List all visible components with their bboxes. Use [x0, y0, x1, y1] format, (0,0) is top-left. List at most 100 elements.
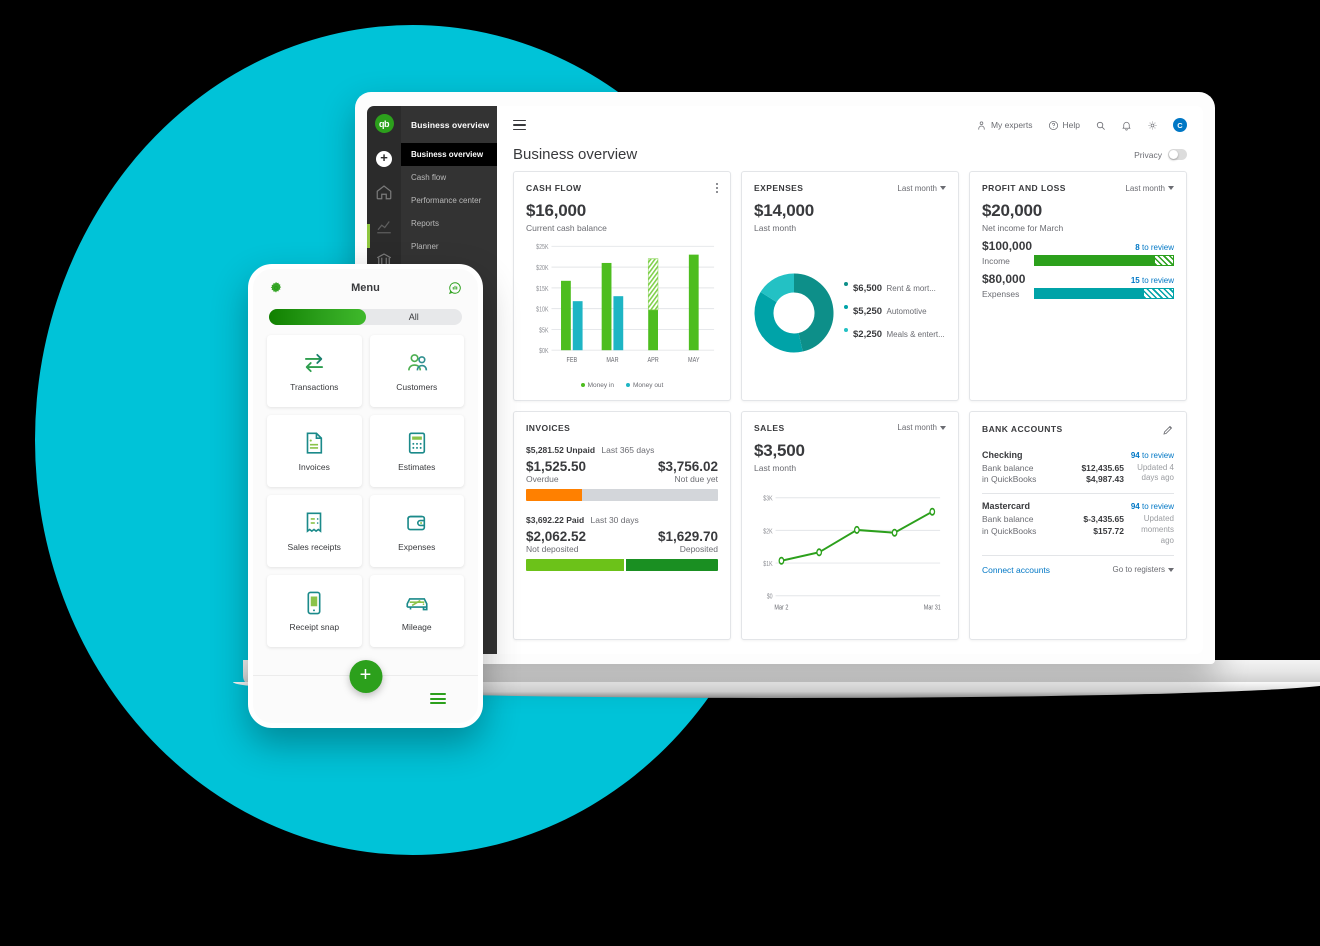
- invoices-unpaid-bar[interactable]: [526, 488, 718, 501]
- tile-label: Invoices: [298, 462, 330, 472]
- segment-selected[interactable]: [269, 309, 366, 325]
- svg-text:$1K: $1K: [763, 560, 773, 568]
- gear-icon[interactable]: [269, 281, 283, 295]
- tile-expenses[interactable]: Expenses: [369, 495, 464, 567]
- profit-loss-expenses-row: $80,000 15 to review Expenses: [982, 272, 1174, 299]
- svg-text:$20K: $20K: [536, 264, 549, 272]
- legend-item[interactable]: $2,250 Meals & entert...: [844, 324, 946, 342]
- tile-customers[interactable]: Customers: [369, 335, 464, 407]
- legend-value: $5,250: [853, 306, 883, 318]
- gear-icon: [1148, 121, 1157, 129]
- my-experts-button[interactable]: My experts: [976, 120, 1033, 131]
- search-icon: [1096, 121, 1105, 130]
- go-to-registers-dropdown[interactable]: Go to registers: [1113, 565, 1174, 574]
- tile-invoices[interactable]: Invoices: [267, 415, 362, 487]
- income-review-text: to review: [1141, 243, 1174, 252]
- tile-mileage[interactable]: Mileage: [369, 575, 464, 647]
- svg-text:Mar 31: Mar 31: [924, 603, 941, 611]
- review-text: to review: [1141, 450, 1174, 460]
- tile-estimates[interactable]: Estimates: [369, 415, 464, 487]
- legend-label: Money in: [587, 381, 614, 389]
- scene-root: qb + Business overview Business overview…: [0, 0, 1320, 946]
- unpaid-word: Unpaid: [566, 444, 596, 455]
- pencil-icon[interactable]: [1162, 423, 1174, 435]
- range-label: Last month: [897, 423, 937, 432]
- hamburger-icon[interactable]: [430, 693, 446, 705]
- sidebar-item-planner[interactable]: Planner: [401, 235, 497, 258]
- legend-value: $2,250: [853, 329, 883, 341]
- notdeposited-label: Not deposited: [526, 543, 579, 554]
- tile-sales-receipts[interactable]: Sales receipts: [267, 495, 362, 567]
- balance-value-1: $-3,435.65: [1083, 514, 1124, 525]
- expenses-range-dropdown[interactable]: Last month: [897, 184, 946, 193]
- card-profit-and-loss: PROFIT AND LOSS Last month $20,000 Net i…: [969, 171, 1187, 401]
- page-header: Business overview Privacy: [497, 144, 1203, 171]
- receipt-icon: [306, 512, 322, 533]
- phone-device: Menu All Transactions Customers Invoices…: [248, 264, 483, 728]
- connect-accounts-link[interactable]: Connect accounts: [982, 565, 1050, 575]
- legend-value: $6,500: [853, 283, 883, 295]
- tile-receipt-snap[interactable]: Receipt snap: [267, 575, 362, 647]
- svg-text:MAR: MAR: [606, 356, 618, 364]
- segment-all-label[interactable]: All: [366, 309, 463, 325]
- paid-range: Last 30 days: [590, 514, 639, 525]
- expenses-amount: $80,000: [982, 272, 1026, 286]
- app-topbar: My experts Help C: [497, 106, 1203, 144]
- phone-segmented-control[interactable]: All: [269, 309, 462, 325]
- tile-transactions[interactable]: Transactions: [267, 335, 362, 407]
- search-button[interactable]: [1095, 120, 1106, 131]
- notifications-button[interactable]: [1121, 120, 1132, 131]
- sidebar-item-performance-center[interactable]: Performance center: [401, 189, 497, 212]
- legend-category: Automotive: [886, 307, 927, 317]
- expenses-review-link[interactable]: 15 to review: [1131, 276, 1174, 285]
- sidebar-item-reports[interactable]: Reports: [401, 212, 497, 235]
- divider: [982, 493, 1174, 495]
- svg-text:Mar 2: Mar 2: [774, 603, 788, 611]
- kebab-icon[interactable]: [716, 183, 718, 193]
- quickbooks-logo[interactable]: qb: [374, 114, 394, 133]
- card-header: BANK ACCOUNTS: [982, 423, 1174, 435]
- help-button[interactable]: Help: [1048, 120, 1080, 131]
- legend-item[interactable]: $5,250 Automotive: [844, 301, 946, 319]
- expenses-body: $6,500 Rent & mort... $5,250 Automotive: [754, 237, 946, 389]
- svg-text:$10K: $10K: [536, 306, 549, 314]
- account-review-link[interactable]: 94 to review: [1131, 451, 1174, 460]
- home-icon[interactable]: [375, 183, 393, 201]
- legend-item[interactable]: $6,500 Rent & mort...: [844, 278, 946, 296]
- sales-amount: $3,500: [754, 440, 805, 460]
- privacy-toggle-group[interactable]: Privacy: [1134, 149, 1187, 160]
- card-title: SALES: [754, 422, 785, 433]
- profit-loss-range-dropdown[interactable]: Last month: [1125, 184, 1174, 193]
- tile-label: Transactions: [290, 382, 339, 392]
- legend-money-out: Money out: [626, 382, 663, 389]
- cash-flow-amount: $16,000: [526, 201, 587, 220]
- tile-label: Expenses: [398, 542, 436, 552]
- sales-range-dropdown[interactable]: Last month: [897, 423, 946, 432]
- sales-subtitle: Last month: [754, 462, 797, 473]
- sidebar-item-business-overview[interactable]: Business overview: [401, 143, 497, 166]
- income-review-link[interactable]: 8 to review: [1135, 243, 1174, 252]
- account-updated: Updated moments ago: [1141, 514, 1174, 546]
- account-review-link[interactable]: 94 to review: [1131, 502, 1174, 511]
- insights-icon[interactable]: [448, 281, 462, 295]
- invoice-icon: [306, 432, 323, 454]
- laptop-screen: qb + Business overview Business overview…: [367, 106, 1203, 654]
- hamburger-icon[interactable]: [513, 120, 526, 130]
- tile-label: Mileage: [401, 622, 432, 632]
- chart-icon[interactable]: [375, 217, 393, 235]
- expenses-review-text: to review: [1141, 276, 1174, 285]
- card-header: INVOICES: [526, 423, 718, 433]
- cash-flow-subtitle: Current cash balance: [526, 223, 607, 233]
- settings-button[interactable]: [1147, 120, 1158, 131]
- avatar[interactable]: C: [1173, 118, 1187, 132]
- tile-label: Sales receipts: [287, 542, 341, 552]
- sidebar-item-cash-flow[interactable]: Cash flow: [401, 166, 497, 189]
- svg-text:$2K: $2K: [763, 527, 773, 535]
- svg-text:$0: $0: [767, 592, 773, 600]
- legend-category: Meals & entert...: [886, 330, 945, 340]
- privacy-toggle[interactable]: [1168, 149, 1187, 160]
- plus-icon[interactable]: +: [376, 151, 392, 167]
- expenses-review-count: 15: [1130, 276, 1140, 285]
- add-button[interactable]: +: [349, 660, 382, 693]
- invoices-paid-bar[interactable]: [526, 558, 718, 571]
